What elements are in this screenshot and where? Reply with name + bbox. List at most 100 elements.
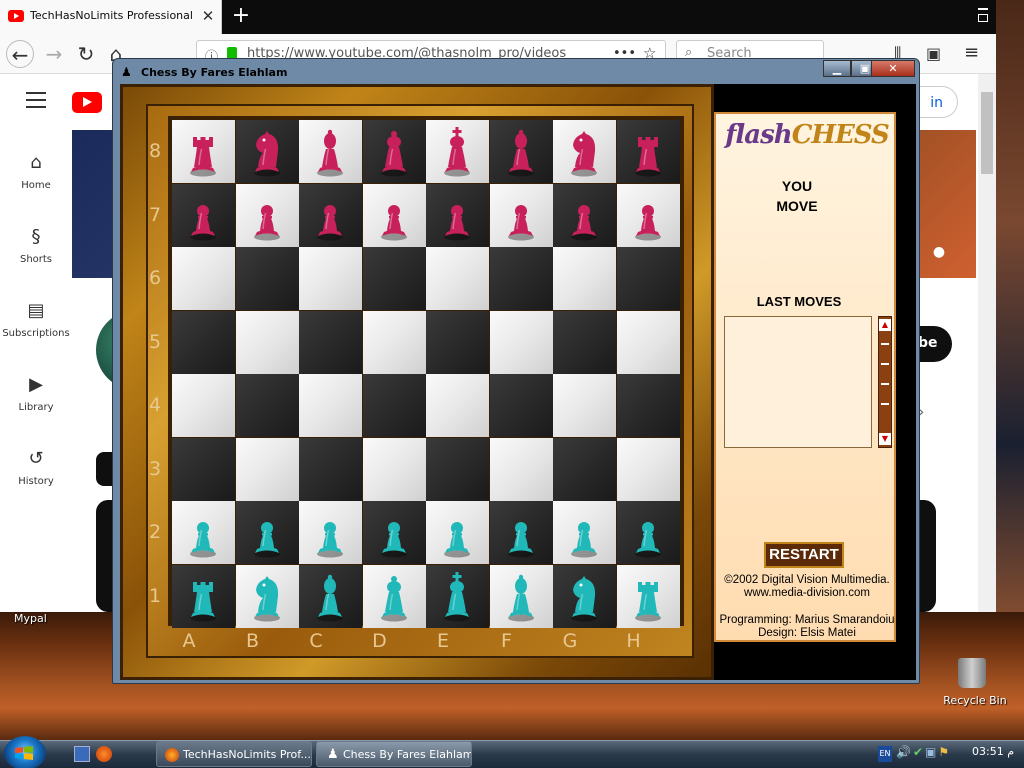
board-square-f4[interactable] [489, 374, 553, 437]
board-square-c6[interactable] [299, 247, 362, 310]
board-square-d7[interactable] [362, 183, 426, 247]
show-desktop-icon[interactable] [74, 746, 90, 762]
white-pawn-piece[interactable] [437, 506, 477, 558]
board-square-g6[interactable] [553, 247, 616, 310]
board-square-h6[interactable] [616, 247, 680, 310]
board-square-f3[interactable] [489, 437, 553, 501]
board-square-e3[interactable] [426, 437, 489, 501]
board-square-c1[interactable] [299, 564, 362, 628]
taskbar-item-chess[interactable]: ♟ Chess By Fares Elahlam [316, 741, 472, 767]
board-square-h3[interactable] [616, 437, 680, 501]
board-square-c2[interactable] [299, 501, 362, 564]
white-pawn-piece[interactable] [374, 506, 414, 558]
last-moves-scrollbar[interactable]: ▲ ▼ [878, 316, 892, 448]
white-queen-piece[interactable] [374, 570, 414, 622]
board-square-f7[interactable] [489, 183, 553, 247]
sidebar-item-home[interactable]: ⌂ Home [0, 152, 72, 212]
white-pawn-piece[interactable] [501, 506, 541, 558]
board-square-g5[interactable] [553, 310, 616, 374]
flag-icon[interactable]: ⚑ [938, 745, 951, 759]
credit-line[interactable]: www.media-division.com [716, 587, 898, 600]
board-square-g8[interactable] [553, 120, 616, 183]
network-icon[interactable]: ✔ [913, 745, 925, 759]
board-square-h1[interactable] [616, 564, 680, 628]
board-square-f6[interactable] [489, 247, 553, 310]
restart-button[interactable]: RESTART [764, 542, 844, 568]
white-bishop-piece[interactable] [501, 570, 541, 622]
system-tray[interactable]: 🔊✔▣⚑ [896, 745, 968, 763]
language-indicator[interactable]: EN [878, 746, 892, 762]
board-square-d8[interactable] [362, 120, 426, 183]
yt-menu-icon[interactable] [26, 92, 46, 110]
scroll-down-icon[interactable]: ▼ [879, 433, 891, 445]
black-pawn-piece[interactable] [374, 189, 414, 241]
board-square-b8[interactable] [235, 120, 299, 183]
board-square-g3[interactable] [553, 437, 616, 501]
scrollbar-thumb[interactable] [981, 92, 993, 174]
sidebar-icon[interactable]: ▣ [926, 44, 941, 63]
browser-tab[interactable]: TechHasNoLimits Professional - YouTube ✕ [0, 0, 222, 34]
board-square-d2[interactable] [362, 501, 426, 564]
recycle-bin-label[interactable]: Recycle Bin [940, 694, 1010, 707]
white-knight-piece[interactable] [247, 570, 287, 622]
board-square-h5[interactable] [616, 310, 680, 374]
board-square-f8[interactable] [489, 120, 553, 183]
browser-quicklaunch-icon[interactable] [96, 746, 112, 762]
board-square-b1[interactable] [235, 564, 299, 628]
black-pawn-piece[interactable] [247, 189, 287, 241]
board-square-b2[interactable] [235, 501, 299, 564]
board-square-a8[interactable] [172, 120, 235, 183]
board-square-h8[interactable] [616, 120, 680, 183]
black-knight-piece[interactable] [564, 125, 604, 177]
board-square-c7[interactable] [299, 183, 362, 247]
board-square-a6[interactable] [172, 247, 235, 310]
black-pawn-piece[interactable] [564, 189, 604, 241]
board-square-g2[interactable] [553, 501, 616, 564]
white-pawn-piece[interactable] [247, 506, 287, 558]
sidebar-item-library[interactable]: ▶ Library [0, 374, 72, 434]
white-pawn-piece[interactable] [310, 506, 350, 558]
hamburger-menu-icon[interactable]: ≡ [964, 42, 979, 63]
sidebar-item-shorts[interactable]: § Shorts [0, 226, 72, 286]
github-icon[interactable]: ● [928, 244, 950, 266]
white-pawn-piece[interactable] [564, 506, 604, 558]
forward-arrow-icon[interactable]: → [40, 40, 68, 68]
close-button[interactable]: ✕ [871, 60, 915, 77]
board-square-f5[interactable] [489, 310, 553, 374]
board-square-b5[interactable] [235, 310, 299, 374]
board-square-d5[interactable] [362, 310, 426, 374]
board-square-c5[interactable] [299, 310, 362, 374]
board-square-a3[interactable] [172, 437, 235, 501]
white-rook-piece[interactable] [183, 570, 223, 622]
new-tab-button[interactable]: + [230, 3, 252, 29]
board-square-e4[interactable] [426, 374, 489, 437]
close-tab-icon[interactable]: ✕ [200, 7, 216, 25]
clock[interactable]: 03:51 م [972, 745, 1014, 758]
youtube-logo-icon[interactable] [72, 92, 102, 113]
volume-icon[interactable]: 🔊 [896, 745, 913, 759]
board-square-c3[interactable] [299, 437, 362, 501]
black-bishop-piece[interactable] [501, 125, 541, 177]
board-square-a2[interactable] [172, 501, 235, 564]
board-square-d1[interactable] [362, 564, 426, 628]
board-square-d4[interactable] [362, 374, 426, 437]
board-square-a1[interactable] [172, 564, 235, 628]
board-square-b3[interactable] [235, 437, 299, 501]
back-arrow-icon[interactable]: ← [6, 40, 34, 68]
black-rook-piece[interactable] [183, 125, 223, 177]
board-square-g4[interactable] [553, 374, 616, 437]
board-square-b4[interactable] [235, 374, 299, 437]
white-king-piece[interactable] [437, 570, 477, 622]
black-king-piece[interactable] [437, 125, 477, 177]
black-pawn-piece[interactable] [437, 189, 477, 241]
black-pawn-piece[interactable] [183, 189, 223, 241]
scrollbar[interactable] [978, 74, 996, 612]
board-square-a4[interactable] [172, 374, 235, 437]
sidebar-item-subscriptions[interactable]: ▤ Subscriptions [0, 300, 72, 360]
black-bishop-piece[interactable] [310, 125, 350, 177]
board-square-d3[interactable] [362, 437, 426, 501]
board-square-e6[interactable] [426, 247, 489, 310]
board-square-c8[interactable] [299, 120, 362, 183]
reload-icon[interactable]: ↻ [72, 40, 100, 68]
board-square-e8[interactable] [426, 120, 489, 183]
